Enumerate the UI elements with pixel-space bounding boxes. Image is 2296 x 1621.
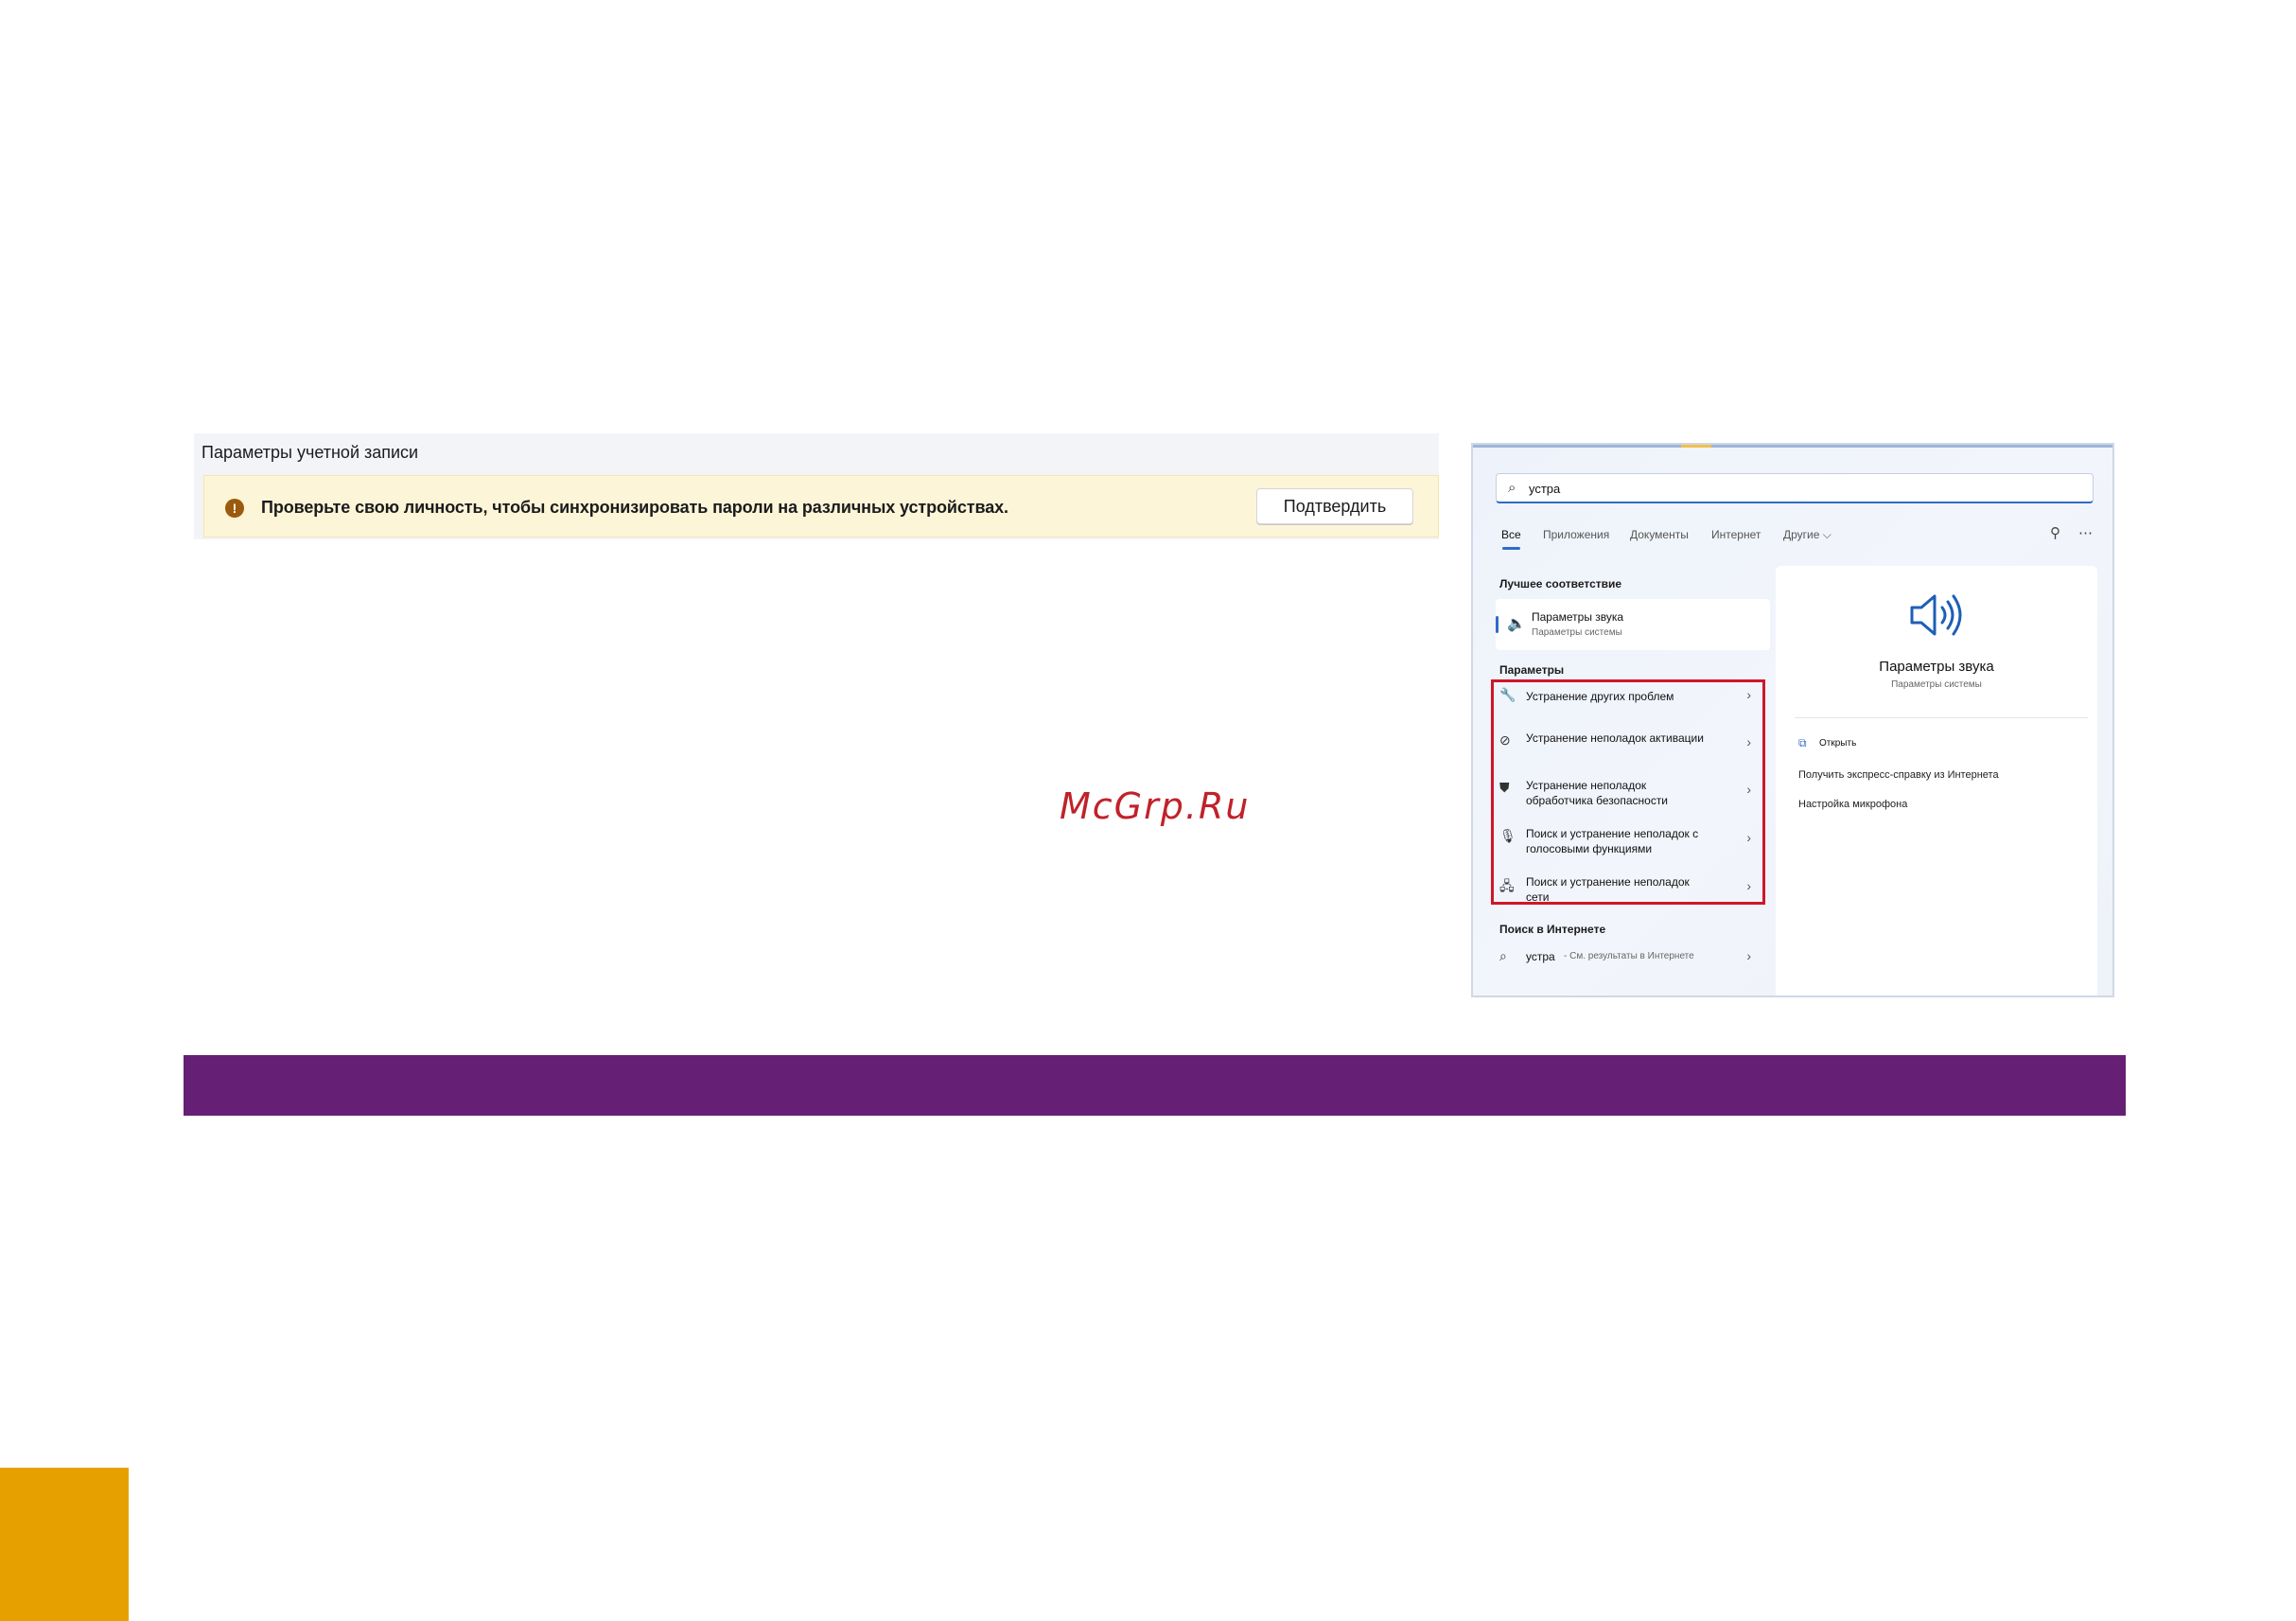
microphone-icon: 🎙 — [1499, 828, 1516, 843]
result-item[interactable]: 🎙 Поиск и устранение неполадок с голосов… — [1498, 826, 1759, 868]
detail-subtitle: Параметры системы — [1891, 679, 1982, 690]
web-suffix: - См. результаты в Интернете — [1564, 951, 1694, 961]
result-item[interactable]: ⛊ Устранение неполадок обработчика безоп… — [1498, 778, 1759, 819]
search-input[interactable]: ⌕ устра — [1496, 473, 2094, 503]
window-top-accent — [1681, 445, 1711, 448]
web-query: устра — [1526, 950, 1555, 963]
search-icon: ⌕ — [1508, 480, 1516, 496]
result-item[interactable]: 🖧 Поиск и устранение неполадок сети › — [1498, 874, 1759, 916]
account-switch-icon[interactable]: ⚲ — [2050, 524, 2060, 541]
best-match-item[interactable]: 🔈 Параметры звука Параметры системы — [1496, 599, 1770, 650]
tab-other[interactable]: Другие ⌵ — [1783, 528, 1832, 542]
open-external-icon: ⧉ — [1798, 736, 1807, 749]
speaker-icon: 🔈 — [1507, 616, 1526, 632]
best-match-subtitle: Параметры системы — [1532, 627, 1622, 638]
chevron-right-icon: › — [1746, 734, 1751, 749]
verification-banner: ! Проверьте свою личность, чтобы синхрон… — [203, 475, 1439, 537]
web-search-item[interactable]: ⌕ устра - См. результаты в Интернете › — [1498, 946, 1759, 975]
result-label: Устранение неполадок обработчика безопас… — [1526, 779, 1669, 807]
best-match-title: Параметры звука — [1532, 610, 1624, 624]
chevron-right-icon: › — [1746, 948, 1751, 963]
web-search-header: Поиск в Интернете — [1499, 923, 1606, 936]
divider — [1795, 717, 2088, 718]
shield-icon: ⛊ — [1499, 780, 1510, 795]
windows-search-window: ⌕ устра Все Приложения Документы Интерне… — [1471, 443, 2114, 997]
best-match-header: Лучшее соответствие — [1499, 577, 1622, 590]
selection-marker — [1496, 616, 1499, 633]
purple-divider-bar — [184, 1055, 2126, 1116]
result-label: Устранение других проблем — [1526, 690, 1674, 703]
watermark: McGrp.Ru — [1060, 785, 1251, 827]
chevron-right-icon: › — [1746, 878, 1751, 893]
tab-internet[interactable]: Интернет — [1711, 528, 1761, 541]
quick-help-link[interactable]: Получить экспресс-справку из Интернета — [1798, 769, 1999, 781]
account-settings-title: Параметры учетной записи — [202, 443, 419, 462]
verification-message: Проверьте свою личность, чтобы синхрониз… — [261, 498, 1008, 517]
search-query: устра — [1529, 482, 1561, 496]
gold-corner-block — [0, 1468, 129, 1621]
more-options-icon[interactable]: ⋯ — [2078, 524, 2093, 541]
tab-apps[interactable]: Приложения — [1543, 528, 1609, 541]
window-top-border — [1473, 445, 2112, 448]
result-item[interactable]: 🔧 Устранение других проблем › — [1498, 687, 1759, 729]
warning-icon: ! — [225, 499, 244, 518]
chevron-right-icon: › — [1746, 830, 1751, 845]
wrench-icon: 🔧 — [1499, 687, 1516, 702]
chevron-right-icon: › — [1746, 782, 1751, 797]
result-label: Устранение неполадок активации — [1526, 731, 1704, 745]
detail-pane: Параметры звука Параметры системы ⧉ Откр… — [1776, 566, 2097, 996]
settings-header: Параметры — [1499, 663, 1565, 677]
tab-all[interactable]: Все — [1501, 528, 1521, 550]
open-link[interactable]: Открыть — [1819, 738, 1856, 749]
result-item[interactable]: ⊘ Устранение неполадок активации › — [1498, 731, 1759, 772]
network-icon: 🖧 — [1499, 878, 1515, 893]
search-icon: ⌕ — [1499, 948, 1507, 963]
detail-title: Параметры звука — [1879, 659, 1994, 675]
chevron-right-icon: › — [1746, 687, 1751, 702]
confirm-button[interactable]: Подтвердить — [1256, 488, 1413, 524]
result-label: Поиск и устранение неполадок с голосовым… — [1526, 827, 1699, 855]
microphone-setup-link[interactable]: Настройка микрофона — [1798, 799, 1907, 810]
speaker-icon — [1910, 594, 1962, 636]
check-circle-icon: ⊘ — [1499, 732, 1511, 748]
account-settings-panel: Параметры учетной записи ! Проверьте сво… — [194, 433, 1439, 539]
result-label: Поиск и устранение неполадок сети — [1526, 875, 1690, 904]
tab-documents[interactable]: Документы — [1630, 528, 1689, 541]
